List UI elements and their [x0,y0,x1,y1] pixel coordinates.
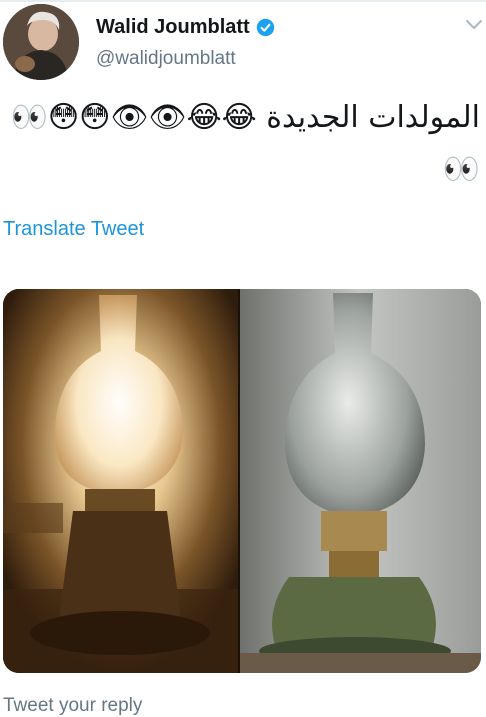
avatar[interactable] [3,4,79,80]
author-name-row[interactable]: Walid Joumblatt [96,16,275,39]
reply-input[interactable]: Tweet your reply [3,695,142,717]
verified-badge-icon [256,18,274,37]
tweet-text: المولدات الجديدة 😂😂👁👁😳😳👀 👀 [4,92,480,196]
author-handle[interactable]: @walidjoumblatt [96,48,236,70]
lamp-photo [3,289,481,673]
tweet-text-line1: المولدات الجديدة 😂😂👁👁😳😳👀 [10,100,480,135]
translate-tweet-link[interactable]: Translate Tweet [3,218,144,241]
tweet-text-line2: 👀 [442,152,480,187]
chevron-down-icon[interactable] [465,18,483,32]
author-name[interactable]: Walid Joumblatt [96,16,250,39]
tweet-media-image[interactable] [3,289,481,673]
avatar-photo [3,4,79,80]
top-divider [0,0,486,2]
